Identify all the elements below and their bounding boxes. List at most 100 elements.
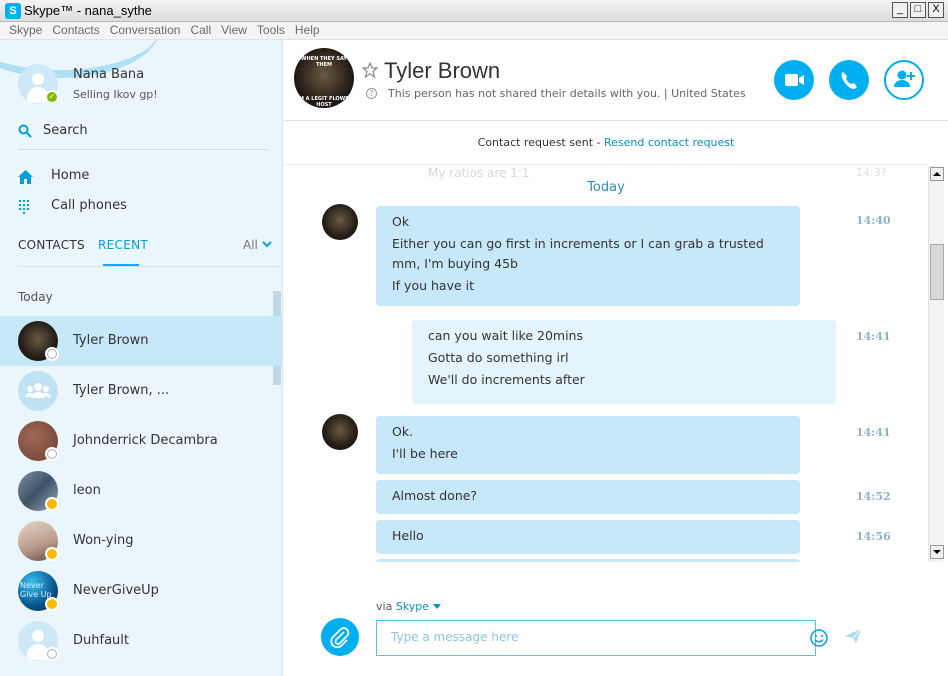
search-button[interactable]: Search	[18, 122, 268, 150]
message-composer	[376, 620, 828, 656]
chevron-down-icon[interactable]	[262, 240, 272, 248]
search-label: Search	[43, 123, 88, 138]
contact-item-duhfault[interactable]: Duhfault	[0, 616, 282, 666]
message-bubble[interactable]: can you wait like 20mins Gotta do someth…	[412, 320, 836, 404]
contact-name: Tyler Brown	[73, 333, 149, 348]
contact-item-nevergiveup[interactable]: Never Give Up NeverGiveUp	[0, 566, 282, 616]
add-person-icon	[894, 70, 915, 87]
contact-details: This person has not shared their details…	[388, 87, 746, 100]
dialpad-icon	[19, 200, 29, 214]
contact-name: Johnderrick Decambra	[73, 433, 218, 448]
arrow-down-icon	[933, 550, 941, 554]
message-line: Hello	[392, 528, 424, 543]
sender-avatar[interactable]	[322, 204, 358, 240]
message-line: Ok	[392, 214, 410, 229]
contact-request-bar: Contact request sent - Resend contact re…	[284, 136, 928, 149]
send-via-selector[interactable]: via Skype	[376, 600, 441, 613]
contact-item-tyler-brown[interactable]: Tyler Brown	[0, 316, 282, 366]
status-away-icon	[45, 497, 59, 511]
audio-call-button[interactable]	[829, 60, 869, 100]
contact-name: Tyler Brown, ...	[73, 383, 170, 398]
message-timestamp: 14:56	[856, 530, 891, 543]
message-timestamp: 14:52	[856, 490, 891, 503]
minimize-button[interactable]: _	[892, 2, 908, 18]
message-line: I'll be here	[392, 446, 458, 461]
menu-conversation[interactable]: Conversation	[105, 22, 186, 39]
contact-item-group[interactable]: Tyler Brown, ...	[0, 366, 282, 416]
paperclip-icon	[330, 627, 350, 649]
window-title: Skype™ - nana_sythe	[24, 3, 152, 18]
menu-tools[interactable]: Tools	[252, 22, 290, 39]
sender-avatar[interactable]	[322, 414, 358, 450]
contact-name: NeverGiveUp	[73, 583, 159, 598]
scroll-thumb[interactable]	[930, 244, 944, 300]
status-unknown-icon	[45, 647, 59, 661]
resend-request-link[interactable]: Resend contact request	[604, 136, 734, 149]
nav-home-label: Home	[51, 168, 90, 183]
group-avatar	[18, 371, 58, 411]
message-line: Either you can go first in increments or…	[392, 236, 764, 251]
chat-scrollbar[interactable]	[928, 166, 944, 562]
scroll-up-button[interactable]	[930, 167, 944, 181]
message-bubble[interactable]: Almost done?	[376, 480, 800, 514]
section-today-label: Today	[18, 290, 53, 304]
send-icon[interactable]	[844, 628, 862, 644]
video-camera-icon	[785, 74, 804, 86]
phone-icon	[841, 72, 857, 89]
search-icon	[18, 124, 32, 138]
faded-previous-message: My ratios are 1:1	[428, 166, 530, 180]
title-bar: S Skype™ - nana_sythe _ □ X	[0, 0, 948, 22]
profile-mood[interactable]: Selling Ikov gp!	[73, 88, 158, 101]
menu-skype[interactable]: Skype	[4, 22, 47, 39]
message-bubble[interactable]: Ok. I'll be here	[376, 416, 800, 474]
close-button[interactable]: X	[928, 2, 944, 18]
filter-dropdown[interactable]: All	[243, 238, 258, 252]
attach-button[interactable]	[321, 618, 359, 656]
video-call-button[interactable]	[774, 60, 814, 100]
day-separator: Today	[587, 180, 625, 195]
online-status-icon: ✓	[45, 90, 59, 104]
faded-timestamp: 14:3?	[856, 166, 887, 179]
status-unknown-icon	[45, 347, 59, 361]
contact-name: Duhfault	[73, 633, 129, 648]
partial-message-bubble	[376, 559, 800, 562]
status-away-icon	[45, 597, 59, 611]
avatar-caption-top: WHEN THEY SAY THEM	[300, 56, 348, 68]
group-icon	[25, 383, 51, 398]
tab-recent[interactable]: RECENT	[98, 238, 148, 252]
message-line: Ok.	[392, 424, 414, 439]
scroll-down-button[interactable]	[930, 545, 944, 559]
menu-view[interactable]: View	[216, 22, 252, 39]
emoticon-icon[interactable]	[809, 628, 829, 648]
favorite-star-icon[interactable]	[362, 62, 378, 78]
caret-down-icon	[432, 604, 441, 609]
home-icon	[18, 170, 33, 184]
maximize-button[interactable]: □	[910, 2, 926, 18]
contact-item-johnderrick[interactable]: Johnderrick Decambra	[0, 416, 282, 466]
divider	[284, 164, 928, 165]
message-line: Almost done?	[392, 488, 478, 503]
menu-contacts[interactable]: Contacts	[47, 22, 104, 39]
contact-avatar[interactable]: WHEN THEY SAY THEM I'M A LEGIT FLOWER HO…	[294, 48, 354, 108]
menu-call[interactable]: Call	[185, 22, 216, 39]
via-label: via	[376, 600, 393, 613]
profile-name[interactable]: Nana Bana	[73, 67, 144, 82]
contact-item-won-ying[interactable]: Won-ying	[0, 516, 282, 566]
message-line: If you have it	[392, 278, 475, 293]
tab-contacts[interactable]: CONTACTS	[18, 238, 85, 252]
message-input[interactable]	[391, 630, 771, 644]
message-bubble[interactable]: Ok Either you can go first in increments…	[376, 206, 800, 306]
message-line: We'll do increments after	[428, 372, 585, 387]
contact-name: leon	[73, 483, 101, 498]
message-history[interactable]: My ratios are 1:1 14:3? Today Ok Either …	[284, 166, 928, 562]
recent-contact-list: Tyler Brown Tyler Brown, ... Johnderrick…	[0, 316, 282, 666]
contact-item-leon[interactable]: leon	[0, 466, 282, 516]
skype-logo-icon: S	[5, 3, 21, 19]
contact-header-name[interactable]: Tyler Brown	[384, 58, 500, 84]
via-service: Skype	[395, 600, 430, 613]
menu-help[interactable]: Help	[290, 22, 325, 39]
add-people-button[interactable]	[884, 60, 924, 100]
message-bubble[interactable]: Hello	[376, 520, 800, 554]
message-timestamp: 14:41	[856, 330, 891, 343]
avatar-caption-bottom: I'M A LEGIT FLOWER HOST	[295, 96, 353, 108]
